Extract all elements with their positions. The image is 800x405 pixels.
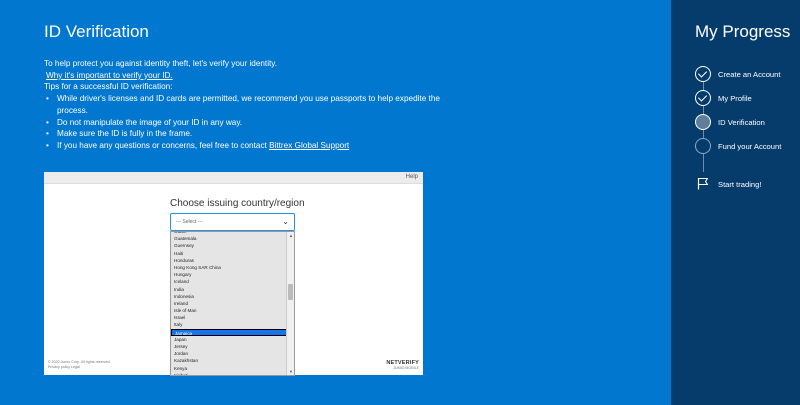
country-dropdown-list[interactable]: Guam Guatemala Guernsey Haiti Honduras Hong K…	[170, 231, 295, 376]
page-title: ID Verification	[44, 22, 149, 41]
dropdown-scrollbar[interactable]: ▲ ▼	[286, 232, 294, 375]
dropdown-options: Guam Guatemala Guernsey Haiti Honduras Hong K…	[171, 232, 287, 375]
step-label: My Profile	[718, 94, 752, 103]
progress-sidebar: My Progress Create an Account My Profile…	[671, 0, 800, 405]
id-verification-frame: Help Choose issuing country/region --- S…	[44, 172, 423, 376]
tip-item: Make sure the ID is fully in the frame.	[44, 128, 444, 140]
dropdown-option[interactable]: Kiribati	[171, 372, 287, 375]
dropdown-option[interactable]: Indonesia	[171, 293, 287, 300]
contact-text: If you have any questions or concerns, f…	[57, 140, 270, 150]
pending-step-icon	[695, 138, 711, 154]
dropdown-option[interactable]: Jordan	[171, 350, 287, 357]
tip-item-contact: If you have any questions or concerns, f…	[44, 140, 444, 152]
dropdown-option[interactable]: Hungary	[171, 271, 287, 278]
current-step-icon	[695, 114, 711, 130]
step-my-profile: My Profile	[695, 90, 800, 108]
help-link[interactable]: Help	[406, 174, 418, 180]
step-label: Create an Account	[718, 70, 781, 79]
select-placeholder: --- Select ---	[176, 219, 203, 225]
dropdown-option[interactable]: Jersey	[171, 343, 287, 350]
tips-heading: Tips for a successful ID verification:	[44, 82, 173, 92]
flag-icon	[697, 177, 709, 190]
chevron-down-icon: ⌄	[282, 217, 289, 226]
dropdown-option[interactable]: Honduras	[171, 257, 287, 264]
support-link[interactable]: Bittrex Global Support	[269, 141, 349, 150]
dropdown-option[interactable]: Jamaica	[171, 328, 287, 336]
step-create-account: Create an Account	[695, 66, 800, 84]
frame-footer-brand: NETVERIFY JUMIO MOBILE	[386, 360, 419, 370]
legal-links[interactable]: Privacy policy Legal	[48, 365, 111, 370]
dropdown-option[interactable]: Italy	[171, 321, 287, 328]
dropdown-option[interactable]: Israel	[171, 314, 287, 321]
step-start-trading: Start trading!	[695, 176, 800, 194]
step-label: ID Verification	[718, 118, 765, 127]
dropdown-option[interactable]: Kenya	[171, 365, 287, 372]
choose-country-label: Choose issuing country/region	[170, 198, 305, 209]
tips-list: While driver's licenses and ID cards are…	[44, 93, 444, 152]
step-fund-account: Fund your Account	[695, 138, 800, 156]
step-label: Start trading!	[718, 180, 762, 189]
dropdown-option[interactable]: Guernsey	[171, 242, 287, 249]
frame-header: Help	[44, 172, 423, 184]
scroll-thumb[interactable]	[288, 284, 293, 300]
dropdown-option[interactable]: Iceland	[171, 278, 287, 285]
dropdown-option[interactable]: Japan	[171, 336, 287, 343]
intro-text: To help protect you against identity the…	[44, 59, 278, 68]
frame-footer-legal: © 2020 Jumio Corp. All rights reserved. …	[48, 360, 111, 370]
dropdown-option[interactable]: Hong Kong SAR China	[171, 264, 287, 271]
step-connector	[702, 154, 704, 172]
check-icon	[695, 66, 711, 82]
dropdown-option[interactable]: Kazakhstan	[171, 357, 287, 364]
why-verify-link[interactable]: Why it's important to verify your ID.	[46, 70, 173, 82]
dropdown-option[interactable]: Isle of Man	[171, 307, 287, 314]
step-label: Fund your Account	[718, 142, 782, 151]
country-select[interactable]: --- Select --- ⌄	[170, 213, 295, 231]
intro-section: To help protect you against identity the…	[44, 58, 444, 152]
dropdown-option[interactable]: India	[171, 286, 287, 293]
scroll-down-icon[interactable]: ▼	[287, 369, 294, 374]
dropdown-option[interactable]: Haiti	[171, 250, 287, 257]
tip-item: Do not manipulate the image of your ID i…	[44, 117, 444, 129]
tip-item: While driver's licenses and ID cards are…	[44, 93, 444, 116]
check-icon	[695, 90, 711, 106]
scroll-up-icon[interactable]: ▲	[287, 233, 294, 238]
step-id-verification: ID Verification	[695, 114, 800, 132]
main-panel: ID Verification To help protect you agai…	[0, 0, 671, 405]
jumio-tagline: JUMIO MOBILE	[393, 366, 419, 370]
dropdown-option[interactable]: Ireland	[171, 300, 287, 307]
dropdown-option[interactable]: Guatemala	[171, 235, 287, 242]
progress-title: My Progress	[695, 22, 791, 41]
